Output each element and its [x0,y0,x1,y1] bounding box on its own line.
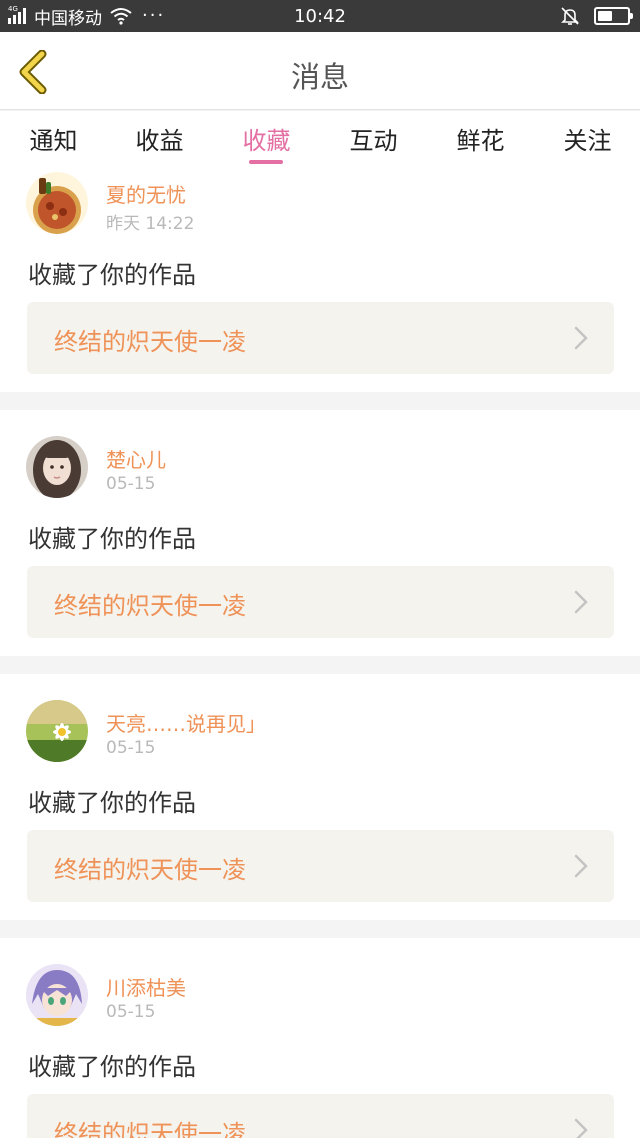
work-link[interactable]: 终结的炽天使一凌 [27,830,614,902]
avatar[interactable] [26,964,88,1026]
message-time: 05-15 [106,474,156,494]
avatar[interactable] [26,436,88,498]
chevron-right-icon [574,1118,588,1138]
work-title: 终结的炽天使一凌 [54,592,246,620]
user-name[interactable]: 夏的无忧 [106,179,186,208]
work-title: 终结的炽天使一凌 [54,328,246,356]
work-title: 终结的炽天使一凌 [54,856,246,884]
chevron-right-icon [574,326,588,350]
status-bar: 4G 中国移动 ··· 10:42 [0,0,640,32]
action-text: 收藏了你的作品 [28,261,196,289]
work-link[interactable]: 终结的炽天使一凌 [27,1094,614,1138]
list-item: 楚心儿 05-15 收藏了你的作品 终结的炽天使一凌 [0,410,640,656]
user-name[interactable]: 天亮……说再见」 [106,708,266,737]
tab-earnings[interactable]: 收益 [106,121,213,156]
message-time: 05-15 [106,738,156,758]
nav-header: 消息 [0,32,640,110]
tab-interactions[interactable]: 互动 [320,121,427,156]
tab-notifications[interactable]: 通知 [0,121,107,156]
tab-bar: 通知 收益 收藏 互动 鲜花 关注 [0,111,640,169]
avatar[interactable] [26,700,88,762]
list-item: 天亮……说再见」 05-15 收藏了你的作品 终结的炽天使一凌 [0,674,640,920]
action-text: 收藏了你的作品 [28,525,196,553]
chevron-right-icon [574,854,588,878]
message-time: 05-15 [106,1002,156,1022]
list-item: 夏的无忧 昨天 14:22 收藏了你的作品 终结的炽天使一凌 [0,169,640,392]
list-item: 川添枯美 05-15 收藏了你的作品 终结的炽天使一凌 [0,938,640,1138]
active-tab-indicator [249,160,283,164]
tab-flowers[interactable]: 鲜花 [427,121,534,156]
tab-following[interactable]: 关注 [534,121,640,156]
chevron-right-icon [574,590,588,614]
tab-favorites[interactable]: 收藏 [213,121,320,156]
bell-muted-icon [561,7,579,25]
user-name[interactable]: 川添枯美 [106,972,186,1001]
page-title: 消息 [290,60,349,94]
work-title: 终结的炽天使一凌 [54,1120,246,1138]
action-text: 收藏了你的作品 [28,1053,196,1081]
work-link[interactable]: 终结的炽天使一凌 [27,302,614,374]
battery-icon [594,7,633,25]
message-time: 昨天 14:22 [106,214,195,234]
user-name[interactable]: 楚心儿 [106,444,166,473]
action-text: 收藏了你的作品 [28,789,196,817]
clock: 10:42 [294,6,346,27]
avatar[interactable] [26,172,88,234]
work-link[interactable]: 终结的炽天使一凌 [27,566,614,638]
